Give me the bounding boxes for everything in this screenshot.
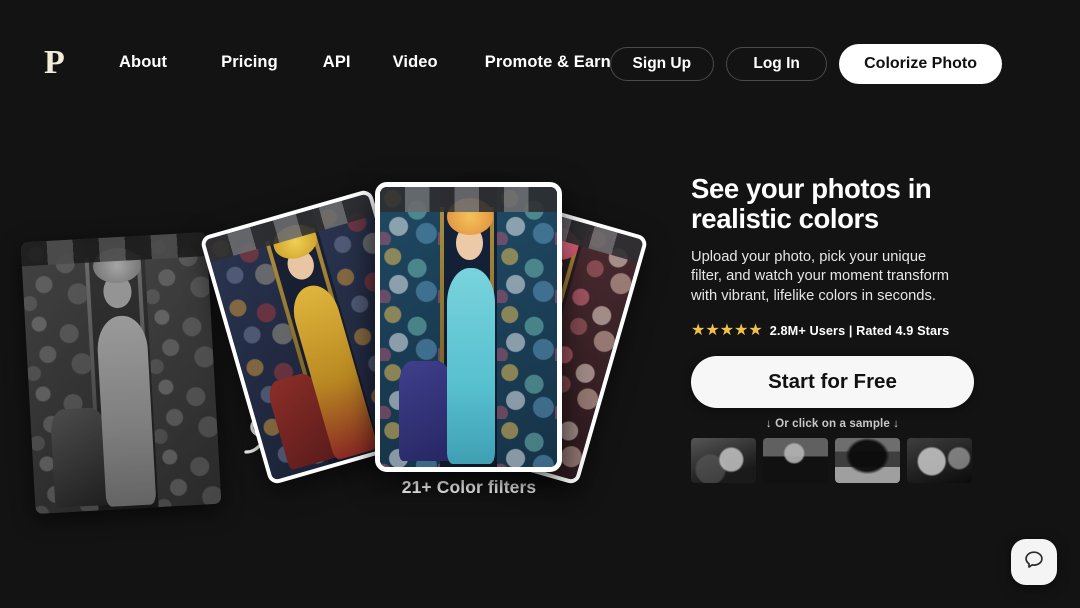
sample-thumbnail-4[interactable] — [907, 437, 972, 483]
nav-item-api[interactable]: API — [323, 53, 351, 72]
rating-text: 2.8M+ Users | Rated 4.9 Stars — [769, 323, 950, 338]
scene-chair — [399, 360, 453, 462]
colorize-photo-button[interactable]: Colorize Photo — [839, 44, 1002, 84]
scene-figure — [447, 268, 496, 465]
sign-up-button[interactable]: Sign Up — [609, 47, 715, 81]
scene-wall-right — [496, 187, 557, 467]
nav-item-video[interactable]: Video — [393, 53, 438, 72]
page-title: See your photos in realistic colors — [691, 173, 932, 234]
chat-bubble-icon — [1022, 548, 1046, 577]
sample-thumbnails — [691, 437, 991, 483]
scene-top-band — [380, 187, 557, 213]
sample-thumbnail-1[interactable] — [691, 437, 756, 483]
before-photo-image — [20, 232, 222, 514]
main-navigation: About Pricing API Video Promote & Earn — [119, 53, 611, 72]
photo-scene — [20, 232, 222, 514]
log-in-button[interactable]: Log In — [726, 47, 828, 81]
card-scene-blue — [380, 187, 557, 467]
hero-copy: See your photos in realistic colors Uplo… — [691, 174, 991, 483]
brand-logo[interactable]: P — [44, 46, 65, 80]
nav-item-about[interactable]: About — [119, 53, 167, 72]
nav-item-promote-earn[interactable]: Promote & Earn — [485, 53, 611, 72]
chat-widget-button[interactable] — [1011, 539, 1057, 585]
color-filters-caption: 21+ Color filters — [401, 477, 537, 497]
before-photo — [20, 232, 222, 514]
sample-thumbnail-2[interactable] — [763, 437, 828, 483]
header-actions: Sign Up Log In Colorize Photo — [609, 44, 1002, 84]
colorized-card-blue-featured[interactable] — [375, 182, 562, 472]
rating-row: ★★★★★ 2.8M+ Users | Rated 4.9 Stars — [691, 321, 991, 339]
star-rating-icon: ★★★★★ — [691, 321, 763, 339]
scene-figure — [95, 314, 157, 508]
sample-hint-text: ↓ Or click on a sample ↓ — [765, 416, 900, 430]
nav-item-pricing[interactable]: Pricing — [221, 53, 278, 72]
hero-subcopy: Upload your photo, pick your unique filt… — [691, 248, 949, 305]
landing-page: P About Pricing API Video Promote & Earn… — [0, 0, 1080, 608]
sample-thumbnail-3[interactable] — [835, 437, 900, 483]
site-header: P About Pricing API Video Promote & Earn… — [0, 0, 1080, 108]
start-for-free-button[interactable]: Start for Free — [691, 355, 974, 408]
colorized-cards-fan — [199, 175, 649, 486]
